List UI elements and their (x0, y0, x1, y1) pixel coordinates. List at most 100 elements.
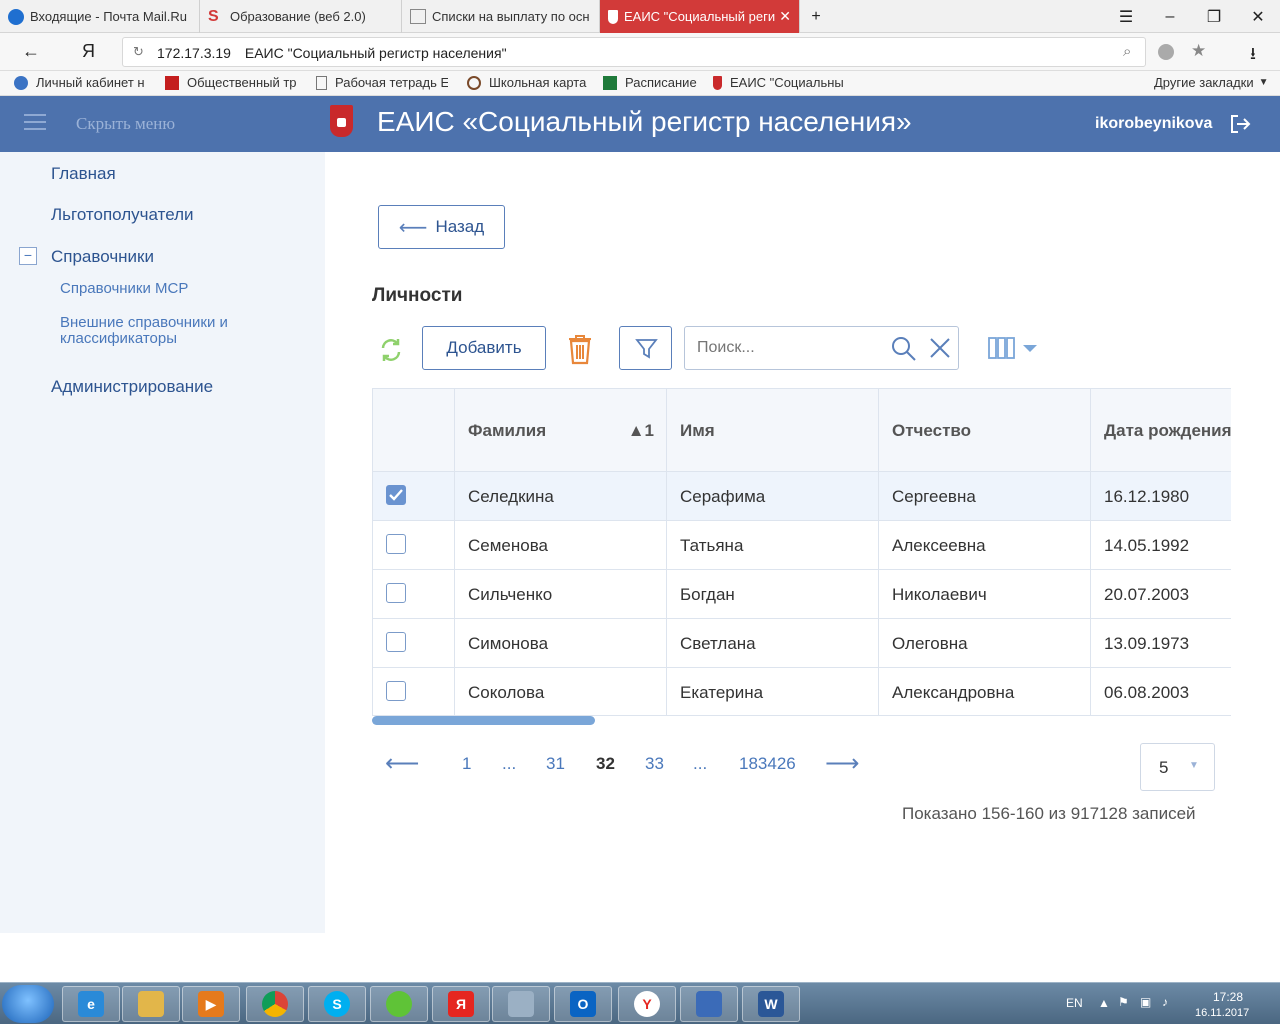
bookmark-lk[interactable]: Личный кабинет н (14, 75, 146, 90)
row-checkbox[interactable] (386, 534, 406, 554)
column-header-patronymic[interactable]: Отчество (879, 389, 1091, 472)
network-icon[interactable] (680, 986, 738, 1022)
protect-icon[interactable] (1158, 44, 1174, 60)
hide-menu-link[interactable]: Скрыть меню (76, 114, 175, 134)
media-player-icon[interactable]: ▶ (182, 986, 240, 1022)
bookmark-workbook[interactable]: Рабочая тетрадь Е (316, 75, 448, 90)
icq-icon[interactable] (370, 986, 428, 1022)
row-checkbox[interactable] (386, 583, 406, 603)
column-header-surname[interactable]: Фамилия ▲1 (455, 389, 667, 472)
page-size-select[interactable]: 5 ▼ (1140, 743, 1215, 791)
columns-settings-icon[interactable] (987, 334, 1041, 362)
page-link[interactable]: 1 (462, 754, 471, 774)
checkbox-cell (373, 570, 455, 619)
back-button[interactable]: ⟵ Назад (378, 205, 505, 249)
cell-patronymic: Сергеевна (879, 472, 1091, 521)
skype-icon[interactable]: S (308, 986, 366, 1022)
refresh-icon[interactable] (377, 336, 405, 364)
zoom-icon[interactable]: ⌕ (1123, 43, 1131, 60)
bookmark-school-card[interactable]: Школьная карта (467, 75, 592, 90)
volume-icon[interactable]: ♪ (1162, 995, 1168, 1009)
table-row[interactable]: Семенова Татьяна Алексеевна 14.05.1992 (373, 520, 1231, 570)
tab-mail[interactable]: Входящие - Почта Mail.Ru (0, 0, 200, 33)
flag-icon[interactable]: ⚑ (1118, 995, 1129, 1009)
back-arrow-icon[interactable]: ← (22, 41, 40, 62)
browser-menu-icon[interactable]: ☰ (1104, 0, 1148, 33)
close-tab-icon[interactable]: ✕ (779, 8, 791, 25)
explorer-icon[interactable] (122, 986, 180, 1022)
page-link[interactable]: 33 (645, 754, 664, 774)
page-link[interactable]: 31 (546, 754, 565, 774)
chrome-icon[interactable] (246, 986, 304, 1022)
sidebar-item-beneficiaries[interactable]: Льготополучатели (51, 205, 194, 225)
trash-icon[interactable] (566, 333, 594, 365)
column-header-name[interactable]: Имя (667, 389, 879, 472)
bookmark-transport[interactable]: Общественный тр (165, 75, 298, 90)
horizontal-scrollbar[interactable] (372, 716, 595, 725)
star-icon[interactable]: ★ (1191, 41, 1206, 61)
logout-icon[interactable] (1229, 113, 1251, 135)
page-current[interactable]: 32 (596, 754, 615, 774)
sidebar-item-administration[interactable]: Администрирование (51, 377, 213, 397)
calculator-icon[interactable] (492, 986, 550, 1022)
next-page-icon[interactable]: ⟶ (825, 749, 859, 778)
search-input[interactable] (697, 336, 877, 360)
tab-payment-lists[interactable]: Списки на выплату по осн (402, 0, 600, 33)
cell-dob: 13.09.1973 (1104, 633, 1190, 653)
cell-surname: Сильченко (455, 570, 667, 619)
row-checkbox[interactable] (386, 485, 406, 505)
table-row[interactable]: Селедкина Серафима Сергеевна 16.12.1980 (373, 471, 1231, 521)
page-ellipsis[interactable]: ... (502, 754, 516, 774)
network-tray-icon[interactable]: ▣ (1140, 995, 1151, 1009)
filter-button[interactable] (619, 326, 672, 370)
sidebar-item-home[interactable]: Главная (51, 164, 116, 184)
clear-search-icon[interactable] (929, 337, 951, 359)
column-header-dob[interactable]: Дата рождения (1091, 389, 1231, 472)
address-bar-row: ← Я ↻ 172.17.3.19 ЕАИС "Социальный регис… (0, 33, 1280, 71)
page-ellipsis[interactable]: ... (693, 754, 707, 774)
bookmark-schedule[interactable]: Расписание (603, 75, 703, 90)
minimize-icon[interactable]: – (1148, 0, 1192, 33)
sidebar-subitem-external[interactable]: Внешние справочники и классификаторы (60, 315, 270, 347)
reload-icon[interactable]: ↻ (133, 44, 144, 60)
tab-eais[interactable]: ЕАИС "Социальный реги ✕ (600, 0, 800, 33)
close-window-icon[interactable]: ✕ (1236, 0, 1280, 33)
restore-icon[interactable]: ❐ (1192, 0, 1236, 33)
row-checkbox[interactable] (386, 632, 406, 652)
page-icon (316, 75, 327, 90)
other-bookmarks[interactable]: Другие закладки ▼ (1154, 75, 1269, 90)
clock-date[interactable]: 16.11.2017 (1195, 1007, 1249, 1019)
start-button-icon[interactable] (2, 985, 54, 1023)
download-icon[interactable]: ⭳ (1250, 41, 1256, 70)
table-row[interactable]: Симонова Светлана Олеговна 13.09.1973 (373, 618, 1231, 668)
yandex-browser-icon[interactable]: Y (618, 986, 676, 1022)
cell-name: Серафима (667, 472, 879, 521)
bookmark-eais[interactable]: ЕАИС "Социальны (713, 75, 846, 90)
language-indicator[interactable]: EN (1066, 996, 1083, 1010)
new-tab-button[interactable]: + (804, 0, 828, 33)
outlook-icon[interactable]: O (554, 986, 612, 1022)
row-checkbox[interactable] (386, 681, 406, 701)
page-link[interactable]: 183426 (739, 754, 796, 774)
prev-page-icon[interactable]: ⟵ (385, 749, 419, 778)
hamburger-icon[interactable] (24, 114, 46, 132)
add-button[interactable]: Добавить (422, 326, 546, 370)
collapse-toggle-icon[interactable]: − (19, 247, 37, 265)
page-size-value: 5 (1159, 758, 1169, 777)
search-icon[interactable] (891, 336, 917, 362)
address-input[interactable]: ↻ 172.17.3.19 ЕАИС "Социальный регистр н… (122, 37, 1206, 67)
table-row[interactable]: Сильченко Богдан Николаевич 20.07.2003 (373, 569, 1231, 619)
sidebar-subitem-msr[interactable]: Справочники МСР (60, 281, 188, 297)
sidebar-item-directories[interactable]: Справочники (51, 247, 154, 267)
bookmark-label: Личный кабинет н (36, 75, 145, 90)
table-row[interactable]: Соколова Екатерина Александровна 06.08.2… (373, 667, 1231, 715)
tray-arrow-icon[interactable]: ▲ (1098, 996, 1110, 1010)
clock-time[interactable]: 17:28 (1213, 990, 1243, 1004)
yandex-logo-icon[interactable]: Я (82, 41, 95, 62)
word-icon[interactable]: W (742, 986, 800, 1022)
tab-education[interactable]: S Образование (веб 2.0) (200, 0, 402, 33)
select-column-header[interactable] (373, 389, 455, 472)
yandex-icon[interactable]: Я (432, 986, 490, 1022)
ie-icon[interactable]: e (62, 986, 120, 1022)
cell-dob: 16.12.1980 (1104, 486, 1190, 506)
